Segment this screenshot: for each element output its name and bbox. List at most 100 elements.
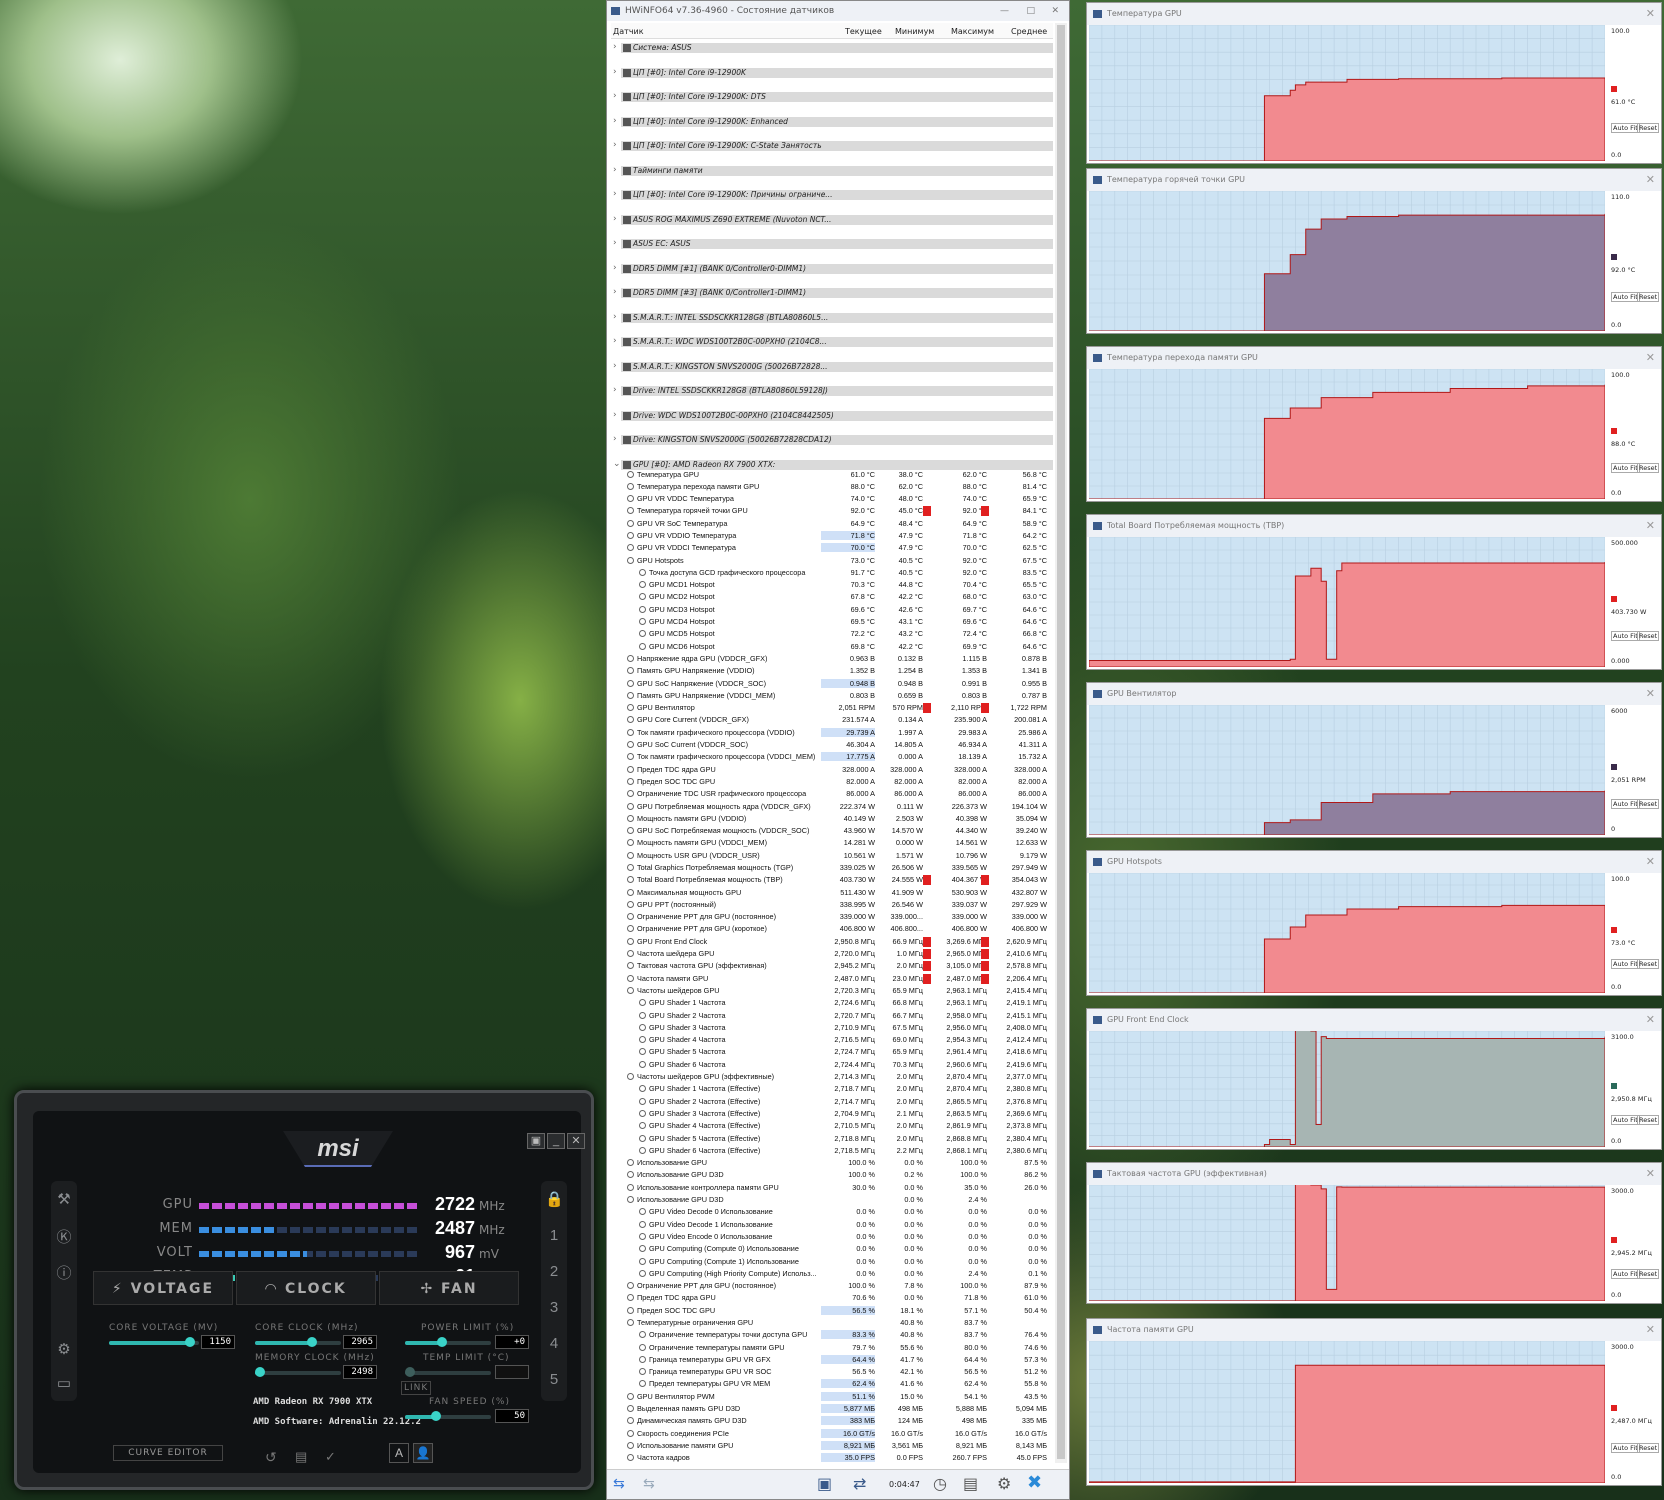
auto-fit-button[interactable]: Auto Fit bbox=[1611, 1114, 1640, 1125]
sensor-row[interactable]: GPU Shader 2 Частота 2,720.7 МГц 66.7 МГц 2… bbox=[611, 1010, 1053, 1022]
sensor-row[interactable]: GPU Вентилятор PWM 51.1 % 15.0 % 54.1 % 43.5… bbox=[611, 1391, 1053, 1403]
sensor-group[interactable]: › DDR5 DIMM [#1] (BANK 0/Controller0-DIMM… bbox=[611, 260, 1053, 285]
close-icon[interactable]: ✕ bbox=[1646, 515, 1655, 537]
sensor-row[interactable]: GPU MCD1 Hotspot 70.3 °C 44.8 °C 70.4 °C 65.… bbox=[611, 579, 1053, 591]
exit-icon[interactable]: ✖ bbox=[1027, 1472, 1042, 1493]
settings-window-icon[interactable]: ▣ bbox=[527, 1133, 545, 1149]
reset-button[interactable]: Reset bbox=[1637, 291, 1660, 302]
scale-top[interactable]: 3000.0 bbox=[1611, 1187, 1634, 1195]
color-swatch[interactable] bbox=[1611, 1237, 1617, 1244]
sensor-row[interactable]: Выделенная память GPU D3D 5,877 МБ 498 МБ 5… bbox=[611, 1403, 1053, 1415]
color-swatch[interactable] bbox=[1611, 927, 1617, 933]
sensor-row[interactable]: GPU VR VDDIO Температура 71.8 °C 47.9 °C 71… bbox=[611, 530, 1053, 542]
save-icon[interactable]: ▤ bbox=[295, 1449, 307, 1465]
color-swatch[interactable] bbox=[1611, 254, 1617, 260]
auto-fit-button[interactable]: Auto Fit bbox=[1611, 291, 1640, 302]
sensor-row[interactable]: GPU VR VDDCI Температура 70.0 °C 47.9 °C 70… bbox=[611, 542, 1053, 554]
sensor-group[interactable]: › Drive: WDC WDS100T2B0C-00PXH0 (2104C844… bbox=[611, 407, 1053, 432]
sensor-group[interactable]: › Drive: KINGSTON SNVS2000G (50026B72828C… bbox=[611, 431, 1053, 456]
sensor-group[interactable]: › S.M.A.R.T.: INTEL SSDSCKKR128G8 (BTLA80… bbox=[611, 309, 1053, 334]
user-fan-icon[interactable]: 👤 bbox=[413, 1443, 433, 1463]
sensor-row[interactable]: GPU Video Decode 0 Использование 0.0 % 0.0… bbox=[611, 1206, 1053, 1218]
power-limit-value[interactable]: +0 bbox=[495, 1335, 529, 1349]
chevron-right-icon[interactable]: › bbox=[613, 287, 617, 297]
curve-editor-button[interactable]: CURVE EDITOR bbox=[113, 1445, 223, 1461]
scrollbar[interactable] bbox=[1055, 23, 1067, 1463]
sensor-row[interactable]: GPU Shader 6 Частота (Effective) 2,718.5 … bbox=[611, 1145, 1053, 1157]
sensor-row[interactable]: Ограничение PPT для GPU (постоянное) 339.… bbox=[611, 911, 1053, 923]
monitor-icon[interactable]: ▭ bbox=[55, 1375, 73, 1393]
scale-bottom[interactable]: 0 bbox=[1611, 825, 1615, 833]
sensor-row[interactable]: GPU Shader 4 Частота 2,716.5 МГц 69.0 МГц 2… bbox=[611, 1034, 1053, 1046]
sensor-row[interactable]: Использование GPU D3D 0.0 % 2.4 % bbox=[611, 1194, 1053, 1206]
chevron-right-icon[interactable]: › bbox=[613, 67, 617, 77]
sensor-row[interactable]: GPU Front End Clock 2,950.8 МГц 66.9 МГц 3,… bbox=[611, 936, 1053, 948]
clock-icon[interactable]: ◷ bbox=[933, 1474, 947, 1493]
auto-fit-button[interactable]: Auto Fit bbox=[1611, 122, 1640, 133]
sensor-row[interactable]: Ток памяти графического процессора (VDDC… bbox=[611, 751, 1053, 763]
sensor-row[interactable]: Использование GPU 100.0 % 0.0 % 100.0 % 87.5… bbox=[611, 1157, 1053, 1169]
apply-icon[interactable]: ✓ bbox=[325, 1449, 336, 1465]
sensor-row[interactable]: Предел температуры GPU VR MEM 62.4 % 41.6 … bbox=[611, 1378, 1053, 1390]
report-icon[interactable]: ▤ bbox=[963, 1474, 978, 1493]
auto-fit-button[interactable]: Auto Fit bbox=[1611, 630, 1640, 641]
reset-button[interactable]: Reset bbox=[1637, 1443, 1660, 1454]
tab-voltage[interactable]: ⚡ VOLTAGE bbox=[93, 1271, 233, 1305]
minimize-button[interactable]: — bbox=[1000, 1, 1009, 21]
auto-fit-button[interactable]: Auto Fit bbox=[1611, 1443, 1640, 1454]
sensor-group[interactable]: › DDR5 DIMM [#3] (BANK 0/Controller1-DIMM… bbox=[611, 284, 1053, 309]
sensor-row[interactable]: GPU Вентилятор 2,051 RPM 570 RPM 2,110 RPM 1… bbox=[611, 702, 1053, 714]
reset-button[interactable]: Reset bbox=[1637, 630, 1660, 641]
close-icon[interactable]: ✕ bbox=[1646, 1319, 1655, 1341]
chevron-right-icon[interactable]: › bbox=[613, 189, 617, 199]
col-max[interactable]: Максимум bbox=[951, 27, 994, 36]
scale-top[interactable]: 100.0 bbox=[1611, 875, 1630, 883]
sensor-row[interactable]: GPU VR SoC Температура 64.9 °C 48.4 °C 64.9… bbox=[611, 518, 1053, 530]
chevron-right-icon[interactable]: › bbox=[613, 336, 617, 346]
sensor-row[interactable]: GPU Shader 6 Частота 2,724.4 МГц 70.3 МГц 2… bbox=[611, 1059, 1053, 1071]
sensor-row[interactable]: Частота кадров 35.0 FPS 0.0 FPS 260.7 FPS 45… bbox=[611, 1452, 1053, 1464]
reset-button[interactable]: Reset bbox=[1637, 122, 1660, 133]
sync-icon[interactable]: ⇄ bbox=[853, 1474, 866, 1493]
sensor-row[interactable]: Предел SOC TDC GPU 82.000 A 82.000 A 82.000… bbox=[611, 776, 1053, 788]
sensor-row[interactable]: GPU Core Current (VDDCR_GFX) 231.574 A 0.1… bbox=[611, 714, 1053, 726]
temp-limit-value[interactable] bbox=[495, 1365, 529, 1379]
close-icon[interactable]: ✕ bbox=[1646, 683, 1655, 705]
auto-fan-icon[interactable]: A bbox=[389, 1443, 409, 1463]
reset-button[interactable]: Reset bbox=[1637, 1114, 1660, 1125]
power-limit-slider[interactable] bbox=[405, 1337, 491, 1347]
color-swatch[interactable] bbox=[1611, 763, 1617, 770]
chevron-right-icon[interactable]: › bbox=[613, 214, 617, 224]
auto-fit-button[interactable]: Auto Fit bbox=[1611, 462, 1640, 473]
sensor-row[interactable]: Мощность памяти GPU (VDDCI_MEM) 14.281 W 0… bbox=[611, 837, 1053, 849]
fan-speed-slider[interactable] bbox=[405, 1411, 491, 1421]
scale-top[interactable]: 500.000 bbox=[1611, 539, 1638, 547]
reset-icon[interactable]: ↺ bbox=[265, 1449, 277, 1466]
sensor-row[interactable]: GPU Video Encode 0 Использование 0.0 % 0.0… bbox=[611, 1231, 1053, 1243]
sensor-row[interactable]: GPU SoC Потребляемая мощность (VDDCR_SOC… bbox=[611, 825, 1053, 837]
sensor-group[interactable]: › ASUS ROG MAXIMUS Z690 EXTREME (Nuvoton … bbox=[611, 211, 1053, 236]
sensor-row[interactable]: Температура перехода памяти GPU 88.0 °C 62… bbox=[611, 481, 1053, 493]
chevron-right-icon[interactable]: › bbox=[613, 238, 617, 248]
memory-clock-value[interactable]: 2498 bbox=[343, 1365, 377, 1379]
chevron-right-icon[interactable]: › bbox=[613, 312, 617, 322]
tab-fan[interactable]: ✢ FAN bbox=[379, 1271, 519, 1305]
scale-bottom[interactable]: 0.0 bbox=[1611, 1137, 1621, 1145]
sensor-row[interactable]: GPU MCD4 Hotspot 69.5 °C 43.1 °C 69.6 °C 64.… bbox=[611, 616, 1053, 628]
sensor-group[interactable]: › ЦП [#0]: Intel Core i9-12900K: DTS bbox=[611, 88, 1053, 113]
sensor-row[interactable]: Память GPU Напряжение (VDDCI_MEM) 0.803 В… bbox=[611, 690, 1053, 702]
sensor-row[interactable]: Total Board Потребляемая мощность (TBP) 4… bbox=[611, 874, 1053, 886]
sensor-row[interactable]: Ток памяти графического процессора (VDDI… bbox=[611, 727, 1053, 739]
sensor-row[interactable]: Мощность USR GPU (VDDCR_USR) 10.561 W 1.57… bbox=[611, 850, 1053, 862]
color-swatch[interactable] bbox=[1611, 1083, 1617, 1090]
scale-top[interactable]: 100.0 bbox=[1611, 27, 1630, 35]
k-boost-icon[interactable]: Ⓚ bbox=[55, 1229, 73, 1247]
network-icon[interactable]: ▣ bbox=[817, 1474, 832, 1493]
sensor-row[interactable]: Напряжение ядра GPU (VDDCR_GFX) 0.963 В 0.… bbox=[611, 653, 1053, 665]
sensor-row[interactable]: Предел SOC TDC GPU 56.5 % 18.1 % 57.1 % 50.4… bbox=[611, 1305, 1053, 1317]
sensor-row[interactable]: Ограничение TDC USR графического процесс… bbox=[611, 788, 1053, 800]
sensor-row[interactable]: GPU Video Decode 1 Использование 0.0 % 0.0… bbox=[611, 1219, 1053, 1231]
chevron-right-icon[interactable]: › bbox=[613, 263, 617, 273]
lock-icon[interactable]: 🔒 bbox=[545, 1191, 564, 1209]
sensor-row[interactable]: Температура GPU 61.0 °C 38.0 °C 62.0 °C 56.8… bbox=[611, 469, 1053, 481]
